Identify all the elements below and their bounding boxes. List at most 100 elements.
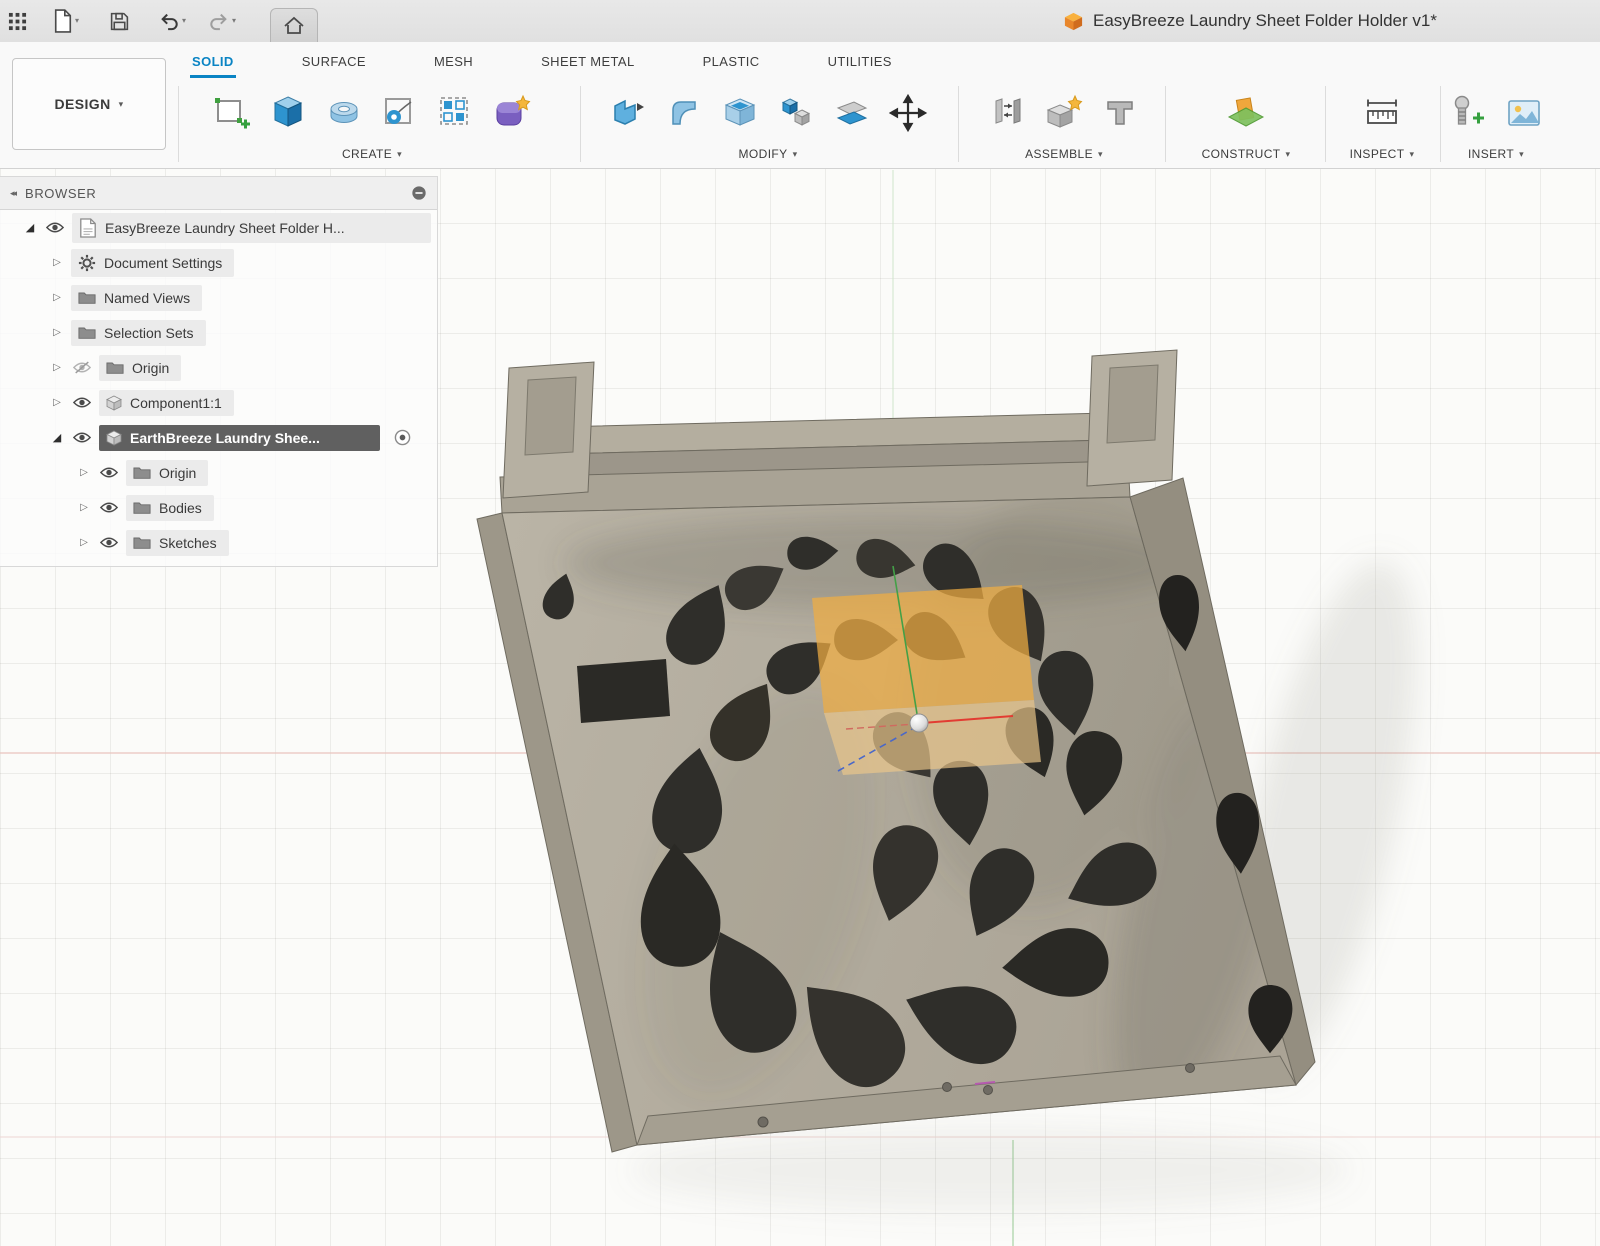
expand-arrow-icon[interactable]: ▷ <box>76 502 92 513</box>
extrude-button[interactable] <box>262 85 314 141</box>
folder-icon <box>133 465 151 480</box>
create-sketch-button[interactable] <box>206 85 258 141</box>
insert-group-label[interactable]: INSERT ▾ <box>1468 144 1524 164</box>
component-cube-icon <box>106 395 122 411</box>
sweep-button[interactable] <box>374 85 426 141</box>
visibility-eye-icon[interactable] <box>98 536 120 549</box>
browser-options-icon[interactable] <box>411 185 427 201</box>
browser-row-bodies[interactable]: ▷ Bodies <box>0 490 437 525</box>
browser-item[interactable]: EasyBreeze Laundry Sheet Folder H... <box>72 213 431 243</box>
tab-utilities[interactable]: UTILITIES <box>826 48 894 78</box>
joint-origin-button[interactable] <box>1094 85 1146 141</box>
browser-row-sketches[interactable]: ▷ Sketches <box>0 525 437 560</box>
create-group-label[interactable]: CREATE ▾ <box>342 144 402 164</box>
save-icon <box>109 11 130 32</box>
app-grid-menu-button[interactable] <box>0 6 35 37</box>
fillet-button[interactable] <box>658 85 710 141</box>
tab-mesh[interactable]: MESH <box>432 48 475 78</box>
combine-button[interactable] <box>770 85 822 141</box>
home-view-tab[interactable] <box>270 8 318 43</box>
visibility-eye-icon[interactable] <box>98 466 120 479</box>
tab-sheet-metal[interactable]: SHEET METAL <box>539 48 637 78</box>
save-button[interactable] <box>101 5 138 38</box>
expand-arrow-icon[interactable]: ▷ <box>76 467 92 478</box>
browser-item[interactable]: Origin <box>126 460 208 486</box>
construct-group-label[interactable]: CONSTRUCT ▾ <box>1202 144 1291 164</box>
browser-row-document-settings[interactable]: ▷ Document Settings <box>0 245 437 280</box>
activate-component-radio[interactable] <box>394 429 411 446</box>
browser-item[interactable]: Component1:1 <box>99 390 234 416</box>
workspace-selector[interactable]: DESIGN ▾ <box>12 58 166 150</box>
tab-plastic[interactable]: PLASTIC <box>701 48 762 78</box>
visibility-eye-icon[interactable] <box>98 501 120 514</box>
browser-item-label: Component1:1 <box>130 395 222 411</box>
offset-plane-button[interactable] <box>826 85 878 141</box>
browser-row-origin[interactable]: ▷ Origin <box>0 350 437 385</box>
expand-arrow-icon[interactable]: ▷ <box>76 537 92 548</box>
document-title-block: EasyBreeze Laundry Sheet Folder Holder v… <box>1063 0 1437 42</box>
group-label-text: CONSTRUCT <box>1202 147 1281 161</box>
group-label-text: ASSEMBLE <box>1025 147 1093 161</box>
group-label-text: INSERT <box>1468 147 1514 161</box>
expand-arrow-icon[interactable]: ▷ <box>49 327 65 338</box>
modify-group-label[interactable]: MODIFY ▾ <box>739 144 798 164</box>
move-copy-button[interactable] <box>882 85 934 141</box>
browser-row-sub-origin[interactable]: ▷ Origin <box>0 455 437 490</box>
tab-surface[interactable]: SURFACE <box>300 48 368 78</box>
browser-item[interactable]: Selection Sets <box>71 320 206 346</box>
joint-origin-icon <box>1100 93 1140 133</box>
browser-item[interactable]: Origin <box>99 355 181 381</box>
measure-button[interactable] <box>1356 85 1408 141</box>
redo-button[interactable]: ▾ <box>200 5 244 37</box>
browser-item-label: Sketches <box>159 535 217 551</box>
construct-plane-button[interactable] <box>1220 85 1272 141</box>
expand-arrow-icon[interactable]: ◢ <box>49 431 65 444</box>
folder-icon <box>78 290 96 305</box>
toolbar-separator <box>1165 86 1166 162</box>
visibility-eye-icon[interactable] <box>71 396 93 409</box>
browser-item[interactable]: Document Settings <box>71 249 234 277</box>
browser-item[interactable]: Named Views <box>71 285 202 311</box>
visibility-eye-icon[interactable] <box>71 431 93 444</box>
visibility-eye-icon[interactable] <box>44 221 66 234</box>
press-pull-button[interactable] <box>602 85 654 141</box>
expand-arrow-icon[interactable]: ◢ <box>22 221 38 234</box>
browser-row-earthbreeze-component[interactable]: ◢ EarthBreeze Laundry Shee... <box>0 420 437 455</box>
caret-down-icon: ▾ <box>1098 150 1103 159</box>
shell-icon <box>720 93 760 133</box>
insert-fastener-button[interactable] <box>1442 85 1494 141</box>
collapse-panel-icon[interactable]: ◂◂ <box>10 188 15 199</box>
browser-panel-title: BROWSER <box>25 186 401 201</box>
press-pull-icon <box>608 93 648 133</box>
undo-icon <box>158 11 180 31</box>
expand-arrow-icon[interactable]: ▷ <box>49 257 65 268</box>
file-menu-button[interactable]: ▾ <box>45 3 87 39</box>
assemble-group-label[interactable]: ASSEMBLE ▾ <box>1025 144 1103 164</box>
create-form-button[interactable] <box>486 85 538 141</box>
inspect-group-label[interactable]: INSPECT ▾ <box>1350 144 1415 164</box>
pattern-icon <box>436 93 476 133</box>
group-assemble: ASSEMBLE ▾ <box>968 84 1160 164</box>
shell-button[interactable] <box>714 85 766 141</box>
browser-item[interactable]: Bodies <box>126 495 214 521</box>
new-component-button[interactable] <box>1038 85 1090 141</box>
pattern-button[interactable] <box>430 85 482 141</box>
construct-plane-icon <box>1226 93 1266 133</box>
browser-row-selection-sets[interactable]: ▷ Selection Sets <box>0 315 437 350</box>
revolve-button[interactable] <box>318 85 370 141</box>
browser-row-component1[interactable]: ▷ Component1:1 <box>0 385 437 420</box>
browser-row-named-views[interactable]: ▷ Named Views <box>0 280 437 315</box>
browser-panel-header: ◂◂ BROWSER <box>0 177 437 210</box>
undo-button[interactable]: ▾ <box>150 5 194 37</box>
browser-item[interactable]: Sketches <box>126 530 229 556</box>
tab-solid[interactable]: SOLID <box>190 48 236 78</box>
browser-item[interactable]: EarthBreeze Laundry Shee... <box>99 425 380 451</box>
expand-arrow-icon[interactable]: ▷ <box>49 362 65 373</box>
joint-button[interactable] <box>982 85 1034 141</box>
browser-row-root[interactable]: ◢ EasyBreeze Laundry Sheet Folder H... <box>0 210 437 245</box>
insert-canvas-button[interactable] <box>1498 85 1550 141</box>
expand-arrow-icon[interactable]: ▷ <box>49 397 65 408</box>
visibility-eye-off-icon[interactable] <box>71 361 93 374</box>
caret-down-icon: ▾ <box>1519 150 1524 159</box>
expand-arrow-icon[interactable]: ▷ <box>49 292 65 303</box>
